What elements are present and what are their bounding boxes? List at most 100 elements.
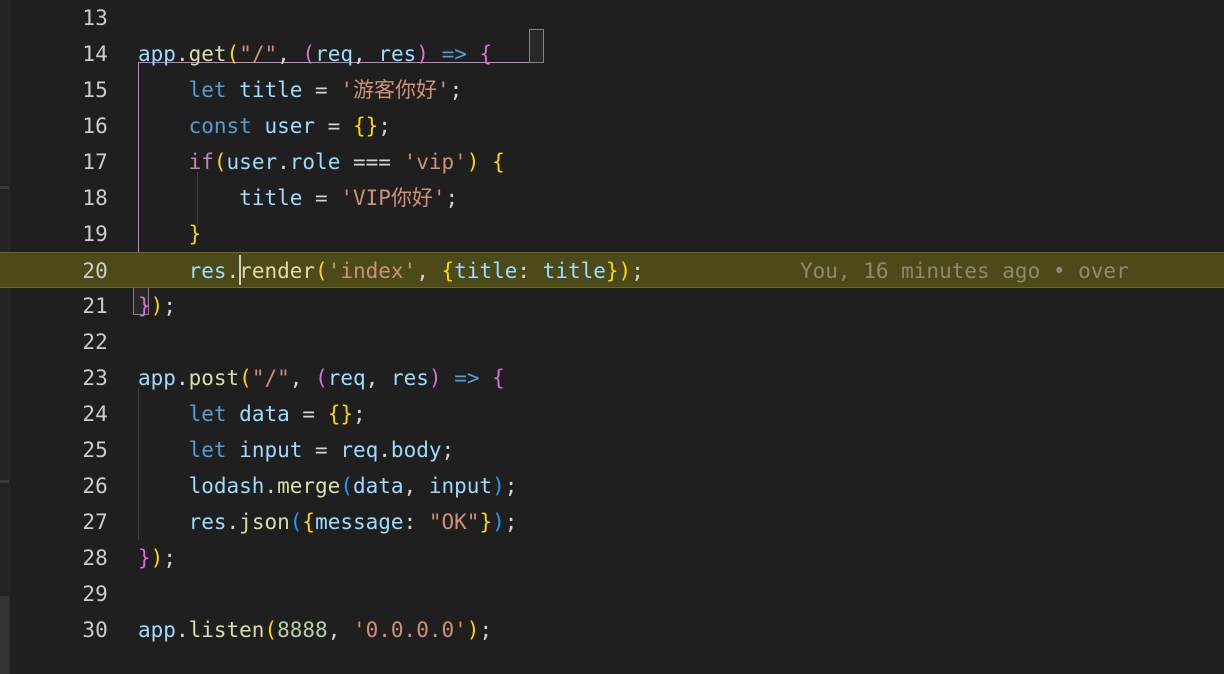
code-token: let xyxy=(188,402,227,426)
code-line-24[interactable]: 24 let data = {}; xyxy=(0,396,1224,432)
code-token: ( xyxy=(239,366,252,390)
line-content[interactable]: if(user.role === 'vip') { xyxy=(138,144,505,180)
code-token: => xyxy=(454,366,480,390)
code-line-15[interactable]: 15 let title = '游客你好'; xyxy=(0,72,1224,108)
code-token: . xyxy=(175,618,189,642)
line-number: 23 xyxy=(82,366,108,390)
line-number: 18 xyxy=(82,186,108,210)
code-token: const xyxy=(188,114,252,138)
code-token: . xyxy=(378,438,391,462)
code-token: , xyxy=(353,42,379,66)
line-content[interactable]: const user = {}; xyxy=(138,108,391,144)
code-token: input xyxy=(428,474,493,498)
code-token: ( xyxy=(315,366,328,390)
code-token: ( xyxy=(289,510,303,534)
code-token: res xyxy=(188,259,227,283)
code-token: { xyxy=(479,42,493,66)
code-token: ( xyxy=(226,42,240,66)
line-content[interactable]: } xyxy=(138,216,202,252)
code-token: res xyxy=(378,42,417,66)
code-token: lodash xyxy=(188,474,265,498)
code-line-14[interactable]: 14 app.get("/", (req, res) => { xyxy=(0,36,1224,72)
code-token: = xyxy=(289,402,328,426)
line-content[interactable]: lodash.merge(data, input); xyxy=(138,468,518,504)
line-number: 27 xyxy=(82,510,108,534)
code-token: ; xyxy=(504,510,518,534)
git-blame-annotation[interactable]: You, 16 minutes ago • over xyxy=(800,253,1129,289)
code-token: ) xyxy=(428,366,442,390)
code-line-29[interactable]: 29 xyxy=(0,576,1224,612)
code-token: ) xyxy=(416,42,429,66)
code-token: ; xyxy=(449,78,463,102)
line-number: 24 xyxy=(82,402,108,426)
code-token: . xyxy=(175,42,189,66)
code-token: ; xyxy=(163,546,176,570)
code-token: "/" xyxy=(251,366,290,390)
line-number: 21 xyxy=(82,294,108,318)
code-token: message xyxy=(315,510,404,534)
code-line-23[interactable]: 23 app.post("/", (req, res) => { xyxy=(0,360,1224,396)
line-content[interactable]: }); xyxy=(138,288,176,324)
code-line-16[interactable]: 16 const user = {}; xyxy=(0,108,1224,144)
code-line-17[interactable]: 17 if(user.role === 'vip') { xyxy=(0,144,1224,180)
code-token: ; xyxy=(631,259,644,283)
code-token: } xyxy=(365,114,379,138)
line-content[interactable]: let input = req.body; xyxy=(138,432,455,468)
code-token: , xyxy=(277,42,303,66)
line-content[interactable]: }); xyxy=(138,540,176,576)
line-number: 29 xyxy=(82,582,108,606)
code-line-28[interactable]: 28}); xyxy=(0,540,1224,576)
code-token: , xyxy=(289,366,316,390)
line-number: 14 xyxy=(82,42,108,66)
code-token: . xyxy=(264,474,278,498)
line-content[interactable]: app.listen(8888, '0.0.0.0'); xyxy=(138,612,492,648)
line-content[interactable]: res.json({message: "OK"}); xyxy=(138,504,518,540)
code-line-26[interactable]: 26 lodash.merge(data, input); xyxy=(0,468,1224,504)
line-content[interactable]: let title = '游客你好'; xyxy=(138,72,463,108)
line-number: 19 xyxy=(82,222,108,246)
line-number: 15 xyxy=(82,78,108,102)
code-token: } xyxy=(340,402,353,426)
code-token: 'index' xyxy=(327,259,417,283)
code-line-30[interactable]: 30 app.listen(8888, '0.0.0.0'); xyxy=(0,612,1224,648)
code-token: : xyxy=(517,259,543,283)
code-line-19[interactable]: 19 } xyxy=(0,216,1224,252)
code-token: 'VIP你好' xyxy=(340,186,446,210)
code-token: } xyxy=(188,222,202,246)
line-number: 16 xyxy=(82,114,108,138)
code-token: === xyxy=(340,150,404,174)
code-line-21[interactable]: 21}); xyxy=(0,288,1224,324)
line-content[interactable]: app.get("/", (req, res) => { xyxy=(138,36,492,72)
code-line-13[interactable]: 13 xyxy=(0,0,1224,36)
code-token: user xyxy=(264,114,316,138)
code-token: , xyxy=(327,618,353,642)
code-line-22[interactable]: 22 xyxy=(0,324,1224,360)
line-content[interactable]: title = 'VIP你好'; xyxy=(138,180,458,216)
line-content[interactable]: app.post("/", (req, res) => { xyxy=(138,360,505,396)
code-token: = xyxy=(315,114,353,138)
code-editor[interactable]: 13 14 app.get("/", (req, res) => {15 let t… xyxy=(0,0,1224,674)
code-token: . xyxy=(277,150,290,174)
line-content[interactable]: res.render('index', {title: title}); xyxy=(138,253,644,289)
code-token: : xyxy=(403,510,429,534)
code-token: app xyxy=(138,42,176,66)
code-line-20[interactable]: 20 res.render('index', {title: title}); Y… xyxy=(0,252,1224,288)
code-token: if xyxy=(188,150,214,174)
code-token: user xyxy=(226,150,278,174)
code-token: merge xyxy=(277,474,341,498)
code-token: req xyxy=(340,438,379,462)
code-line-27[interactable]: 27 res.json({message: "OK"}); xyxy=(0,504,1224,540)
code-line-25[interactable]: 25 let input = req.body; xyxy=(0,432,1224,468)
line-content[interactable]: let data = {}; xyxy=(138,396,366,432)
code-token: res xyxy=(188,510,227,534)
code-line-18[interactable]: 18 title = 'VIP你好'; xyxy=(0,180,1224,216)
code-token: 'vip' xyxy=(403,150,467,174)
